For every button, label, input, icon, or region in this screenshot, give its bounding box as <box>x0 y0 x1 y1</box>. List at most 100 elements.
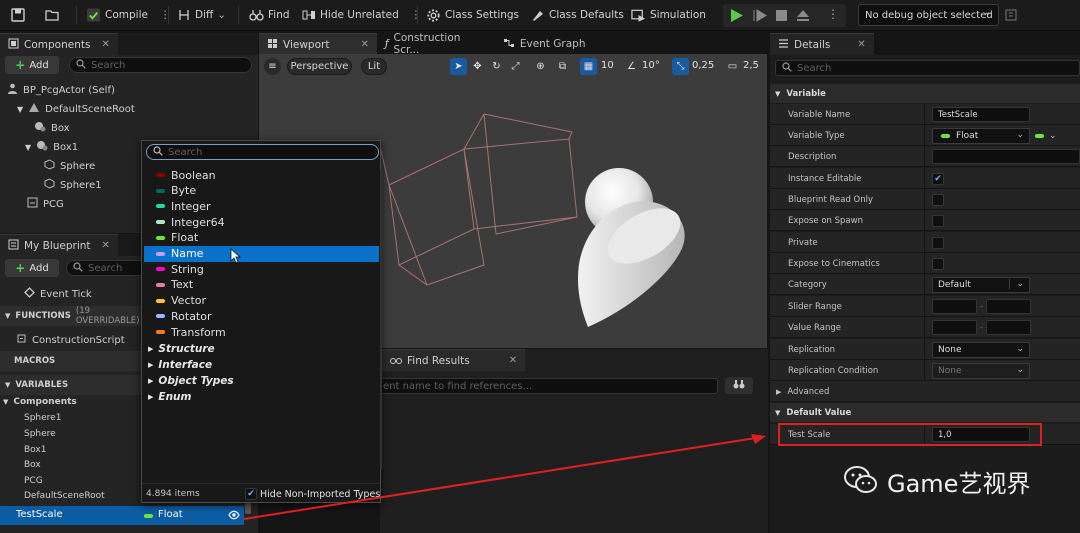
category-object-types[interactable]: ▶ Object Types <box>144 373 234 389</box>
instance-editable-checkbox[interactable]: ✔ <box>932 172 944 185</box>
tree-item-box1[interactable]: ▼ Box1 <box>25 140 78 154</box>
description-field[interactable] <box>932 149 1080 164</box>
bp-read-only-checkbox[interactable] <box>932 193 944 206</box>
rotation-snap-value[interactable]: 10° <box>642 60 660 71</box>
grid-snap-toggle[interactable]: ▦ <box>580 58 597 75</box>
hide-non-imported-checkbox[interactable]: ✔ <box>245 488 257 500</box>
tree-item-self[interactable]: BP_PcgActor (Self) <box>7 83 115 97</box>
details-search-input[interactable]: Search <box>775 60 1080 76</box>
viewport-menu-button[interactable]: ≡ <box>264 58 281 75</box>
type-option-transform[interactable]: Transform <box>144 324 379 340</box>
select-mode-button[interactable]: ➤ <box>450 58 467 75</box>
var-item-box[interactable]: Box <box>24 460 41 470</box>
tab-viewport[interactable]: Viewport ✕ <box>259 33 377 55</box>
type-option-name[interactable]: Name <box>144 245 379 262</box>
kebab-icon[interactable]: ⋮ <box>827 7 839 21</box>
variable-type-select[interactable]: Float ⌄ <box>932 127 1030 144</box>
compile-button[interactable]: Compile ⋮ <box>86 5 170 25</box>
class-settings-button[interactable]: Class Settings <box>426 5 519 25</box>
type-option-string[interactable]: String <box>144 261 379 277</box>
var-item-pcg[interactable]: PCG <box>24 476 43 486</box>
type-search-input[interactable]: Search <box>146 144 379 160</box>
translate-mode-button[interactable]: ✥ <box>469 58 486 75</box>
surface-snap-button[interactable]: ⧉ <box>554 58 571 75</box>
close-icon[interactable]: ✕ <box>101 39 109 50</box>
value-range-min[interactable] <box>932 320 977 335</box>
debug-filter-icon[interactable] <box>1005 8 1019 25</box>
type-option-byte[interactable]: Byte <box>144 183 379 199</box>
simulation-button[interactable]: Simulation <box>631 5 706 25</box>
close-icon[interactable]: ✕ <box>509 355 517 366</box>
tab-details[interactable]: Details ✕ <box>770 33 874 55</box>
default-value-section-header[interactable]: ▼ Default Value <box>770 403 1080 422</box>
close-icon[interactable]: ✕ <box>102 240 110 251</box>
variable-name-field[interactable]: TestScale <box>932 107 1030 122</box>
step-icon[interactable] <box>753 9 767 25</box>
tab-event-graph[interactable]: Event Graph <box>494 33 594 55</box>
type-option-float[interactable]: Float <box>144 230 379 246</box>
camera-speed-value[interactable]: 2,5 <box>743 60 759 71</box>
type-option-boolean[interactable]: Boolean <box>144 167 379 183</box>
chevron-down-icon[interactable]: ⌄ <box>1049 131 1057 141</box>
save-button[interactable] <box>10 5 25 25</box>
scale-snap-toggle[interactable]: ⤡ <box>672 58 689 75</box>
var-item-box1[interactable]: Box1 <box>24 445 46 455</box>
eject-icon[interactable] <box>796 9 810 25</box>
blueprint-search-input[interactable]: Search <box>66 260 146 276</box>
var-item-sphere1[interactable]: Sphere1 <box>24 413 61 423</box>
tree-item-sphere[interactable]: Sphere <box>44 159 95 173</box>
selected-variable-row[interactable]: TestScale Float <box>0 506 244 525</box>
tab-components[interactable]: Components ✕ <box>0 33 118 55</box>
slider-range-max[interactable] <box>985 299 1031 314</box>
grid-snap-value[interactable]: 10 <box>601 60 614 71</box>
type-option-integer[interactable]: Integer <box>144 198 379 214</box>
find-button[interactable] <box>725 377 753 394</box>
add-member-button[interactable]: + Add <box>5 259 59 277</box>
var-item-sphere[interactable]: Sphere <box>24 429 56 439</box>
browse-button[interactable] <box>44 5 59 25</box>
functions-section[interactable]: ▼ FUNCTIONS (19 OVERRIDABLE) <box>0 306 141 326</box>
eye-icon[interactable] <box>228 510 240 523</box>
type-option-rotator[interactable]: Rotator <box>144 308 379 324</box>
replication-condition-select[interactable]: None ⌄ <box>932 362 1030 379</box>
category-select[interactable]: Default ⌄ <box>932 276 1030 293</box>
tab-construction-script[interactable]: ƒ Construction Scr... <box>376 32 495 56</box>
debug-object-select[interactable]: No debug object selected ⌄ <box>858 4 999 26</box>
category-enum[interactable]: ▶ Enum <box>144 389 191 405</box>
rotate-mode-button[interactable]: ↻ <box>488 58 505 75</box>
find-button[interactable]: Find <box>249 5 290 25</box>
picker-scrollbar[interactable] <box>380 169 382 469</box>
container-type-pill[interactable] <box>1035 133 1044 138</box>
world-local-button[interactable]: ⊕ <box>532 58 549 75</box>
value-range-max[interactable] <box>985 320 1031 335</box>
replication-select[interactable]: None ⌄ <box>932 341 1030 358</box>
diff-button[interactable]: Diff ⌄ <box>176 5 226 25</box>
find-results-search-input[interactable]: ent name to find references... <box>376 378 718 394</box>
slider-range-min[interactable] <box>932 299 977 314</box>
class-defaults-button[interactable]: Class Defaults <box>530 5 624 25</box>
perspective-button[interactable]: Perspective <box>287 58 352 75</box>
scale-mode-button[interactable]: ⤢ <box>507 58 524 75</box>
components-group[interactable]: ▼ Components <box>3 397 77 407</box>
macros-section[interactable]: MACROS <box>0 351 141 371</box>
category-structure[interactable]: ▶ Structure <box>144 341 215 357</box>
hide-unrelated-button[interactable]: Hide Unrelated ⋮ <box>301 5 421 25</box>
variable-section-header[interactable]: ▼ Variable <box>770 84 1080 103</box>
rotation-snap-toggle[interactable]: ∠ <box>623 58 640 75</box>
expose-cinematics-checkbox[interactable] <box>932 257 944 270</box>
stop-icon[interactable] <box>775 9 788 25</box>
row-advanced[interactable]: ▶ Advanced <box>770 381 1080 402</box>
type-option-integer64[interactable]: Integer64 <box>144 214 379 230</box>
scale-snap-value[interactable]: 0,25 <box>692 60 714 71</box>
type-option-vector[interactable]: Vector <box>144 293 379 309</box>
components-search-input[interactable]: Search <box>69 57 252 73</box>
close-icon[interactable]: ✕ <box>857 39 865 50</box>
camera-speed-button[interactable]: ▭ <box>724 58 741 75</box>
construction-script-item[interactable]: ConstructionScript <box>16 333 125 347</box>
close-icon[interactable]: ✕ <box>360 39 368 50</box>
tree-item-box[interactable]: Box <box>34 121 70 135</box>
event-tick-item[interactable]: Event Tick <box>24 287 92 301</box>
expose-spawn-checkbox[interactable] <box>932 214 944 227</box>
add-component-button[interactable]: + Add <box>5 56 59 74</box>
lit-button[interactable]: Lit <box>361 58 387 75</box>
